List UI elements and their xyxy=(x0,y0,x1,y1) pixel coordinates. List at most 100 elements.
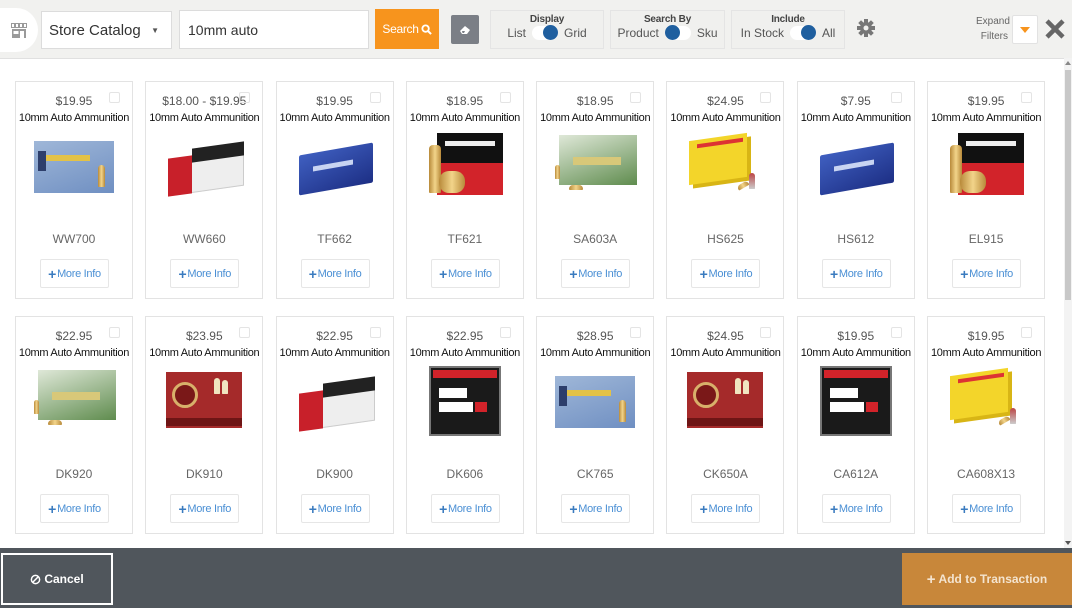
product-card[interactable]: $22.95 10mm Auto Ammunition DK900 + More … xyxy=(275,316,394,534)
scrollbar[interactable] xyxy=(1064,58,1072,548)
store-icon[interactable] xyxy=(0,8,38,52)
product-image[interactable] xyxy=(683,131,767,199)
product-card[interactable]: $22.95 10mm Auto Ammunition DK920 + More … xyxy=(15,316,133,534)
include-all-label[interactable]: All xyxy=(822,26,835,40)
more-info-button[interactable]: + More Info xyxy=(300,494,370,523)
select-checkbox[interactable] xyxy=(369,327,381,338)
select-checkbox[interactable] xyxy=(239,92,251,103)
select-checkbox[interactable] xyxy=(109,327,120,338)
select-checkbox[interactable] xyxy=(239,327,251,338)
product-image[interactable] xyxy=(553,131,638,199)
select-checkbox[interactable] xyxy=(109,92,120,103)
product-image[interactable] xyxy=(293,366,377,434)
product-card[interactable]: $28.95 10mm Auto Ammunition CK765 + More … xyxy=(536,316,655,534)
gear-icon[interactable] xyxy=(856,18,876,38)
caret-down-icon xyxy=(1020,26,1030,33)
plus-icon: + xyxy=(699,265,708,282)
more-info-button[interactable]: + More Info xyxy=(821,494,891,523)
product-name: 10mm Auto Ammunition xyxy=(670,347,781,359)
more-info-button[interactable]: + More Info xyxy=(40,494,109,523)
include-in-stock-label[interactable]: In Stock xyxy=(741,26,784,40)
product-image[interactable] xyxy=(814,131,898,199)
search-button[interactable]: Search xyxy=(375,9,439,49)
cancel-button[interactable]: Cancel xyxy=(1,553,113,605)
product-image[interactable] xyxy=(944,366,1028,434)
search-by-product-label[interactable]: Product xyxy=(617,26,658,40)
more-info-button[interactable]: + More Info xyxy=(952,494,1022,523)
product-card[interactable]: $18.95 10mm Auto Ammunition TF621 + More … xyxy=(405,81,524,299)
catalog-select[interactable]: Store Catalog ▼ xyxy=(41,11,172,49)
product-image[interactable] xyxy=(32,131,116,199)
select-checkbox[interactable] xyxy=(499,92,511,103)
more-info-button[interactable]: + More Info xyxy=(821,259,891,288)
more-info-button[interactable]: + More Info xyxy=(561,259,631,288)
product-sku: CA608X13 xyxy=(957,467,1016,481)
more-info-label: More Info xyxy=(187,502,232,515)
scroll-up-icon[interactable] xyxy=(1065,61,1071,65)
product-image[interactable] xyxy=(32,366,116,434)
product-sku: TF621 xyxy=(447,232,483,246)
select-checkbox[interactable] xyxy=(890,327,902,338)
expand-filters-label: Expand Filters xyxy=(976,14,1010,44)
select-checkbox[interactable] xyxy=(499,327,511,338)
select-checkbox[interactable] xyxy=(630,327,642,338)
close-icon[interactable] xyxy=(1044,18,1066,40)
more-info-button[interactable]: + More Info xyxy=(170,494,240,523)
select-checkbox[interactable] xyxy=(369,92,381,103)
more-info-button[interactable]: + More Info xyxy=(430,494,500,523)
product-card[interactable]: $22.95 10mm Auto Ammunition DK606 + More … xyxy=(405,316,524,534)
product-image[interactable] xyxy=(553,366,637,434)
product-name: 10mm Auto Ammunition xyxy=(279,347,390,359)
product-card[interactable]: $7.95 10mm Auto Ammunition HS612 + More I… xyxy=(796,81,915,299)
chevron-down-icon: ▼ xyxy=(151,26,159,35)
select-checkbox[interactable] xyxy=(630,92,642,103)
more-info-button[interactable]: + More Info xyxy=(300,259,370,288)
expand-filters-button[interactable] xyxy=(1012,15,1038,44)
more-info-button[interactable]: + More Info xyxy=(561,494,631,523)
product-image[interactable] xyxy=(423,366,507,436)
scroll-down-icon[interactable] xyxy=(1065,541,1071,545)
clear-search-button[interactable] xyxy=(451,15,479,44)
product-image[interactable] xyxy=(814,366,898,436)
more-info-button[interactable]: + More Info xyxy=(952,259,1022,288)
display-grid-label[interactable]: Grid xyxy=(564,26,587,40)
more-info-button[interactable]: + More Info xyxy=(430,259,500,288)
product-card[interactable]: $19.95 10mm Auto Ammunition TF662 + More … xyxy=(275,81,394,299)
more-info-button[interactable]: + More Info xyxy=(691,259,761,288)
select-checkbox[interactable] xyxy=(1021,92,1033,103)
product-card[interactable]: $19.95 10mm Auto Ammunition CA608X13 + Mo… xyxy=(927,316,1046,534)
display-toggle-switch[interactable] xyxy=(532,25,558,40)
product-card[interactable]: $24.95 10mm Auto Ammunition CK650A + More… xyxy=(666,316,785,534)
product-image[interactable] xyxy=(162,366,246,434)
product-image[interactable] xyxy=(944,131,1028,199)
select-checkbox[interactable] xyxy=(760,92,772,103)
product-card[interactable]: $24.95 10mm Auto Ammunition HS625 + More … xyxy=(666,81,785,299)
product-image[interactable] xyxy=(423,131,507,199)
more-info-button[interactable]: + More Info xyxy=(40,259,109,288)
product-card[interactable]: $18.95 10mm Auto Ammunition SA603A + More… xyxy=(536,81,655,299)
product-card[interactable]: $23.95 10mm Auto Ammunition DK910 + More … xyxy=(145,316,264,534)
search-by-toggle-switch[interactable] xyxy=(664,25,691,40)
include-toggle-switch[interactable] xyxy=(790,25,816,40)
select-checkbox[interactable] xyxy=(890,92,902,103)
scrollbar-thumb[interactable] xyxy=(1065,70,1071,300)
product-card[interactable]: $18.00 - $19.95 10mm Auto Ammunition WW6… xyxy=(145,81,264,299)
product-card[interactable]: $19.95 10mm Auto Ammunition CA612A + More… xyxy=(796,316,915,534)
product-card[interactable]: $19.95 10mm Auto Ammunition WW700 + More … xyxy=(15,81,133,299)
product-image[interactable] xyxy=(293,131,377,199)
search-input[interactable] xyxy=(179,10,369,49)
product-sku: CK765 xyxy=(576,467,614,481)
select-checkbox[interactable] xyxy=(1021,327,1033,338)
more-info-label: More Info xyxy=(708,502,753,515)
product-image[interactable] xyxy=(683,366,767,434)
more-info-button[interactable]: + More Info xyxy=(691,494,761,523)
add-to-transaction-button[interactable]: + Add to Transaction xyxy=(902,553,1072,605)
product-image[interactable] xyxy=(162,131,246,199)
more-info-button[interactable]: + More Info xyxy=(170,259,240,288)
product-card[interactable]: $19.95 10mm Auto Ammunition EL915 + More … xyxy=(927,81,1046,299)
plus-icon: + xyxy=(699,500,708,517)
display-list-label[interactable]: List xyxy=(507,26,526,40)
product-name: 10mm Auto Ammunition xyxy=(18,112,130,124)
search-by-sku-label[interactable]: Sku xyxy=(697,26,718,40)
select-checkbox[interactable] xyxy=(760,327,772,338)
